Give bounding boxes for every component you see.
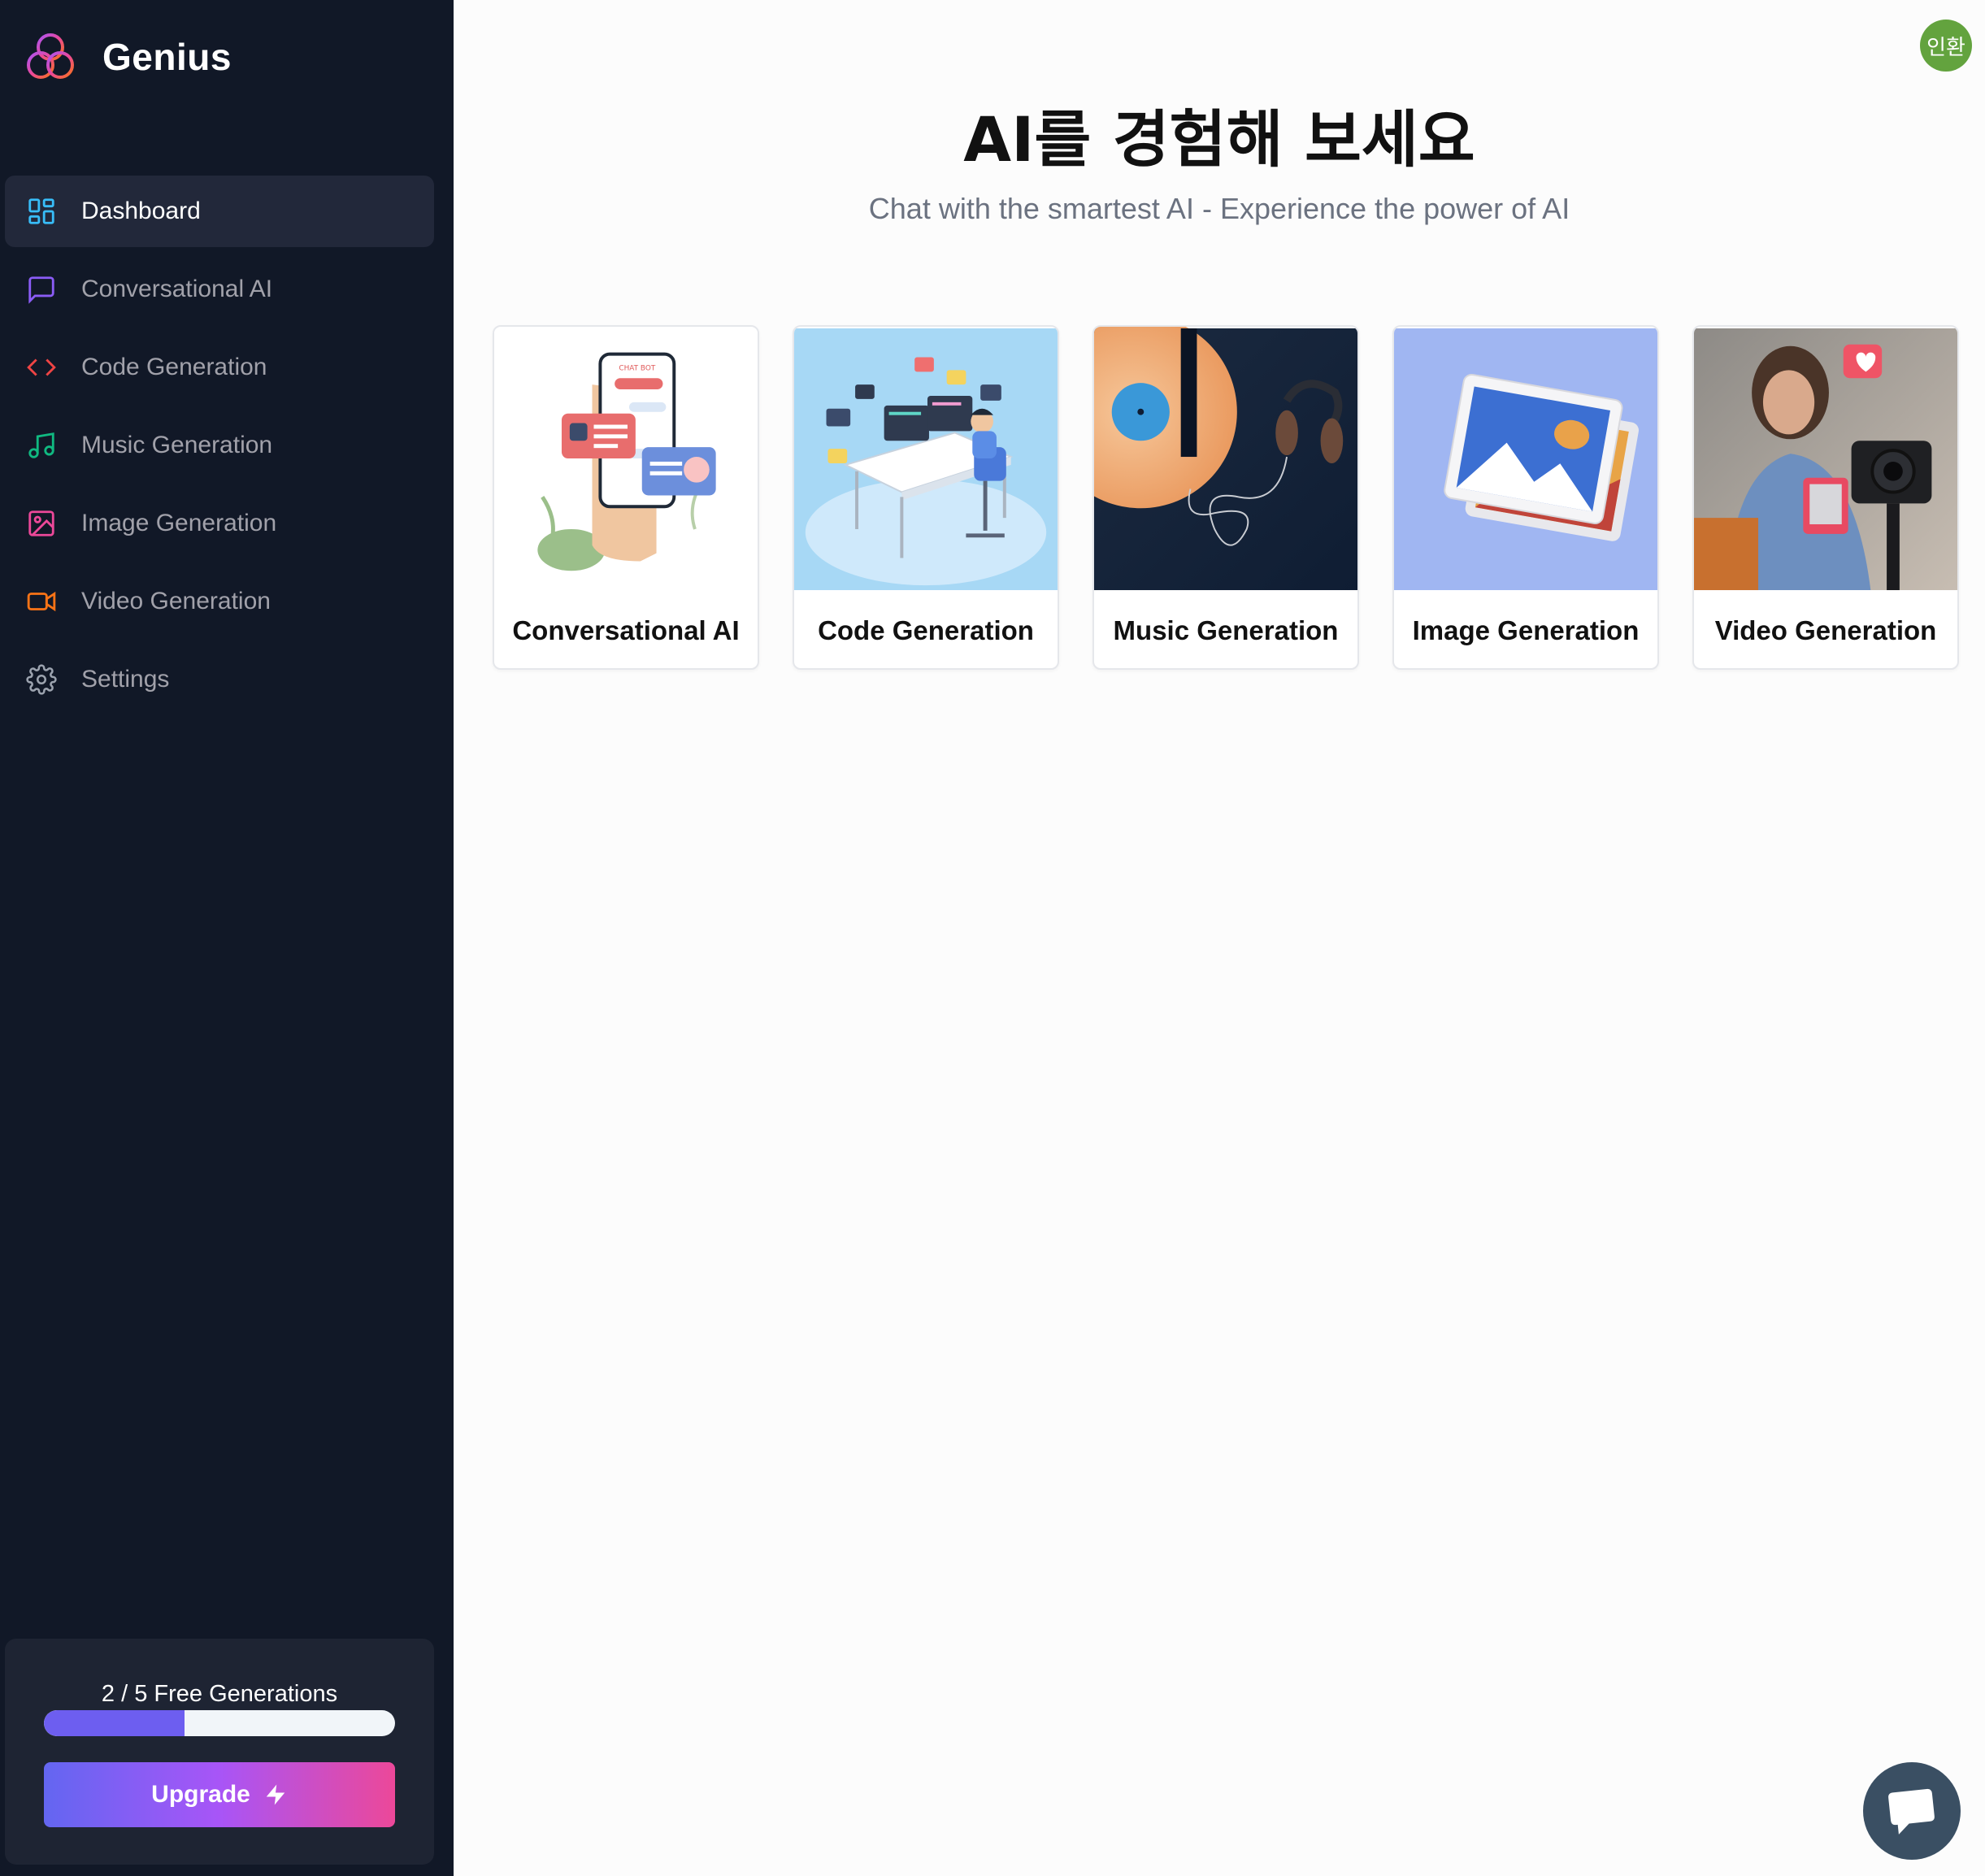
message-square-icon [28, 276, 54, 304]
sidebar-item-label: Code Generation [81, 354, 267, 380]
tool-card-music-generation[interactable]: Music Generation [1092, 325, 1359, 670]
sidebar-item-settings[interactable]: Settings [5, 644, 434, 715]
video-blogger-photo [1694, 328, 1957, 591]
usage-progress-fill [44, 1710, 185, 1736]
tool-card-image-generation[interactable]: Image Generation [1392, 325, 1659, 670]
tool-card-label: Conversational AI [512, 615, 740, 645]
tool-cards: CHAT BOT Conversational AI Code Generati… [493, 325, 1959, 670]
upgrade-button-label: Upgrade [151, 1781, 250, 1808]
genius-logo-icon [27, 33, 74, 79]
svg-text:CHAT BOT: CHAT BOT [619, 364, 655, 372]
chat-widget-button[interactable] [1863, 1762, 1961, 1860]
usage-progress-bar [44, 1710, 395, 1736]
brand-name: Genius [102, 36, 232, 78]
sidebar-item-code-generation[interactable]: Code Generation [5, 332, 434, 403]
tool-card-video-generation[interactable]: Video Generation [1692, 325, 1959, 670]
sidebar-item-label: Settings [81, 666, 170, 693]
tool-card-label: Music Generation [1113, 615, 1339, 645]
tool-card-label: Video Generation [1714, 615, 1937, 645]
sidebar-item-label: Image Generation [81, 510, 277, 536]
zap-icon [266, 1784, 285, 1805]
tool-card-label: Image Generation [1412, 615, 1640, 645]
sidebar-item-label: Conversational AI [81, 276, 273, 302]
image-icon [28, 510, 54, 536]
usage-counter: 2 / 5 Free Generations [101, 1681, 338, 1707]
sidebar-item-image-generation[interactable]: Image Generation [5, 488, 434, 559]
tool-card-code-generation[interactable]: Code Generation [793, 325, 1059, 670]
upgrade-button[interactable]: Upgrade [44, 1762, 395, 1827]
sidebar-item-video-generation[interactable]: Video Generation [5, 566, 434, 637]
sidebar-item-label: Music Generation [81, 432, 273, 458]
code-icon [27, 358, 56, 376]
vinyl-headphones-photo [1094, 327, 1357, 591]
sidebar-item-music-generation[interactable]: Music Generation [5, 410, 434, 481]
gear-icon [26, 664, 57, 695]
tool-card-label: Code Generation [818, 615, 1034, 645]
sidebar-item-label: Video Generation [81, 588, 271, 614]
sidebar-nav: Dashboard Conversational AI Code Generat… [5, 176, 434, 722]
chatbot-phone-illustration: CHAT BOT [494, 328, 758, 591]
sidebar-item-dashboard[interactable]: Dashboard [5, 176, 434, 247]
sidebar-item-conversational-ai[interactable]: Conversational AI [5, 254, 434, 325]
sidebar-item-label: Dashboard [81, 198, 201, 224]
video-icon [27, 591, 56, 612]
page-title: AI를 경험해 보세요 [963, 103, 1475, 176]
music-icon [28, 432, 54, 458]
sidebar: Genius Dashboard Conversational AI Code … [0, 0, 454, 1876]
chat-bubble-icon [1888, 1788, 1935, 1835]
user-avatar[interactable]: 인환 [1920, 20, 1972, 72]
programmer-desk-illustration [794, 328, 1058, 591]
dashboard-icon [28, 198, 54, 224]
picture-stack-icon [1394, 328, 1657, 591]
tool-card-conversational-ai[interactable]: CHAT BOT Conversational AI [493, 325, 759, 670]
free-usage-card: 2 / 5 Free Generations Upgrade [5, 1639, 434, 1865]
brand[interactable]: Genius [23, 29, 232, 85]
page-subtitle: Chat with the smartest AI - Experience t… [868, 192, 1570, 225]
